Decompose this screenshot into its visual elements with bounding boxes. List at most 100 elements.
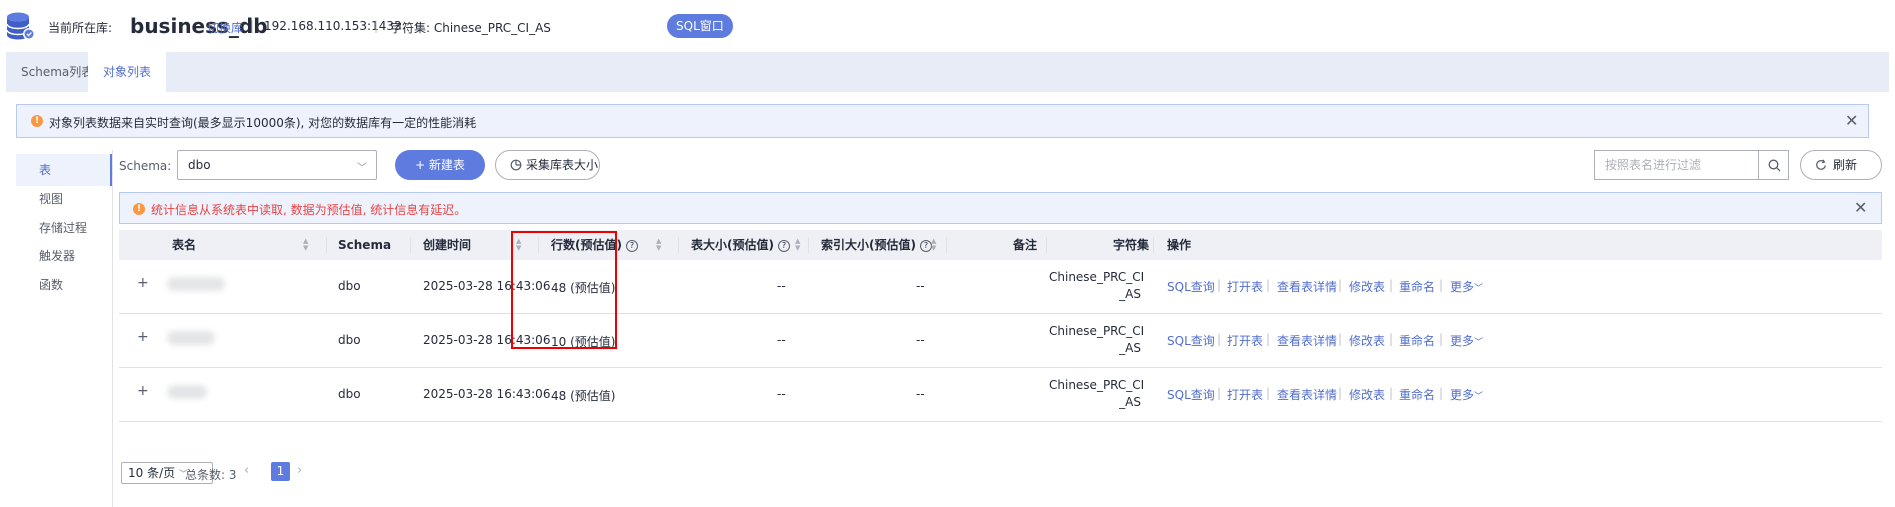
more-label: 更多 <box>1450 334 1475 348</box>
db-name: business_db <box>130 14 268 38</box>
divider: | <box>1389 332 1394 346</box>
column-divider <box>946 237 947 253</box>
charset-line: _AS <box>1119 287 1141 301</box>
column-divider <box>1153 237 1154 253</box>
info-alert: ! 对象列表数据来自实时查询(最多显示10000条), 对您的数据库有一定的性能… <box>16 104 1869 138</box>
col-header-actions: 操作 <box>1167 238 1192 252</box>
help-icon[interactable]: ? <box>625 240 638 252</box>
more-menu[interactable]: 更多﹀ <box>1450 332 1483 349</box>
divider: | <box>1389 386 1394 400</box>
col-header-schema: Schema <box>338 238 392 252</box>
expand-icon[interactable]: + <box>137 329 149 345</box>
object-type-sidebar: 表 视图 存储过程 触发器 函数 <box>16 150 113 507</box>
content-panel: ! 对象列表数据来自实时查询(最多显示10000条), 对您的数据库有一定的性能… <box>6 92 1889 507</box>
col-header-table-size: 表大小(预估值)? <box>691 230 790 260</box>
table-details-link[interactable]: 查看表详情 <box>1277 278 1337 295</box>
sidebar-item-triggers[interactable]: 触发器 <box>16 240 112 272</box>
table-size-cell: -- <box>777 279 786 293</box>
table-name-redacted[interactable] <box>167 331 215 345</box>
top-bar: 当前所在库: business_db 切换库 | 192.168.110.153… <box>0 0 1895 52</box>
refresh-button[interactable]: 刷新 <box>1800 150 1882 180</box>
close-icon[interactable]: ✕ <box>1845 113 1858 129</box>
column-divider <box>538 237 539 253</box>
sidebar-item-views[interactable]: 视图 <box>16 183 112 215</box>
warning-icon: ! <box>31 115 43 127</box>
divider: | <box>250 19 255 33</box>
column-divider <box>808 237 809 253</box>
prev-page-icon[interactable]: ‹ <box>244 463 249 478</box>
table-list-panel: Schema: dbo ﹀ + 新建表 采集库表大小 刷新 <box>119 150 1882 507</box>
stats-alert: ! 统计信息从系统表中读取, 数据为预估值, 统计信息有延迟。 ✕ <box>119 192 1882 224</box>
database-logo-icon <box>6 12 35 40</box>
divider: | <box>1439 386 1444 400</box>
sql-query-link[interactable]: SQL查询 <box>1167 278 1215 295</box>
divider: | <box>1217 332 1222 346</box>
col-header-charset: 字符集 <box>1113 238 1150 252</box>
page-number-current[interactable]: 1 <box>271 462 290 481</box>
rename-link[interactable]: 重命名 <box>1399 278 1435 295</box>
tab-object-list[interactable]: 对象列表 <box>88 52 167 92</box>
charset-line: _AS <box>1119 395 1141 409</box>
rename-link[interactable]: 重命名 <box>1399 386 1435 403</box>
current-db-label: 当前所在库: <box>48 21 113 35</box>
table-header: 表名 ▲ ▼ Schema 创建时间 ▲ ▼ 行数(预估值)? ▲ ▼ 表大小(预估值… <box>119 230 1882 260</box>
modify-table-link[interactable]: 修改表 <box>1349 332 1385 349</box>
sort-icon[interactable]: ▲ ▼ <box>516 238 521 252</box>
table-row: + dbo 2025-03-28 16:43:06 48 (预估值) -- --… <box>119 368 1882 422</box>
help-icon[interactable]: ? <box>777 240 790 252</box>
modify-table-link[interactable]: 修改表 <box>1349 278 1385 295</box>
sort-icon[interactable]: ▲ ▼ <box>795 238 800 252</box>
schema-select[interactable]: dbo ﹀ <box>177 150 377 180</box>
collect-size-button[interactable]: 采集库表大小 <box>495 150 600 180</box>
sql-query-link[interactable]: SQL查询 <box>1167 386 1215 403</box>
divider: | <box>1389 278 1394 292</box>
sidebar-item-functions[interactable]: 函数 <box>16 269 112 301</box>
total-count: 总条数: 3 <box>185 468 237 482</box>
sql-window-button[interactable]: SQL窗口 <box>667 14 733 38</box>
row-count-cell: 48 (预估值) <box>551 389 616 403</box>
divider: | <box>1266 386 1271 400</box>
sort-icon[interactable]: ▲ ▼ <box>931 238 936 252</box>
collect-size-label: 采集库表大小 <box>526 158 599 172</box>
col-header-index-size: 索引大小(预估值)? <box>821 230 932 260</box>
more-label: 更多 <box>1450 280 1475 294</box>
new-table-button[interactable]: + 新建表 <box>395 150 485 180</box>
more-label: 更多 <box>1450 388 1475 402</box>
open-table-link[interactable]: 打开表 <box>1227 278 1263 295</box>
sql-query-link[interactable]: SQL查询 <box>1167 332 1215 349</box>
table-filter-input[interactable] <box>1594 150 1759 180</box>
index-size-cell: -- <box>916 333 925 347</box>
expand-icon[interactable]: + <box>137 383 149 399</box>
rename-link[interactable]: 重命名 <box>1399 332 1435 349</box>
row-count-cell: 48 (预估值) <box>551 281 616 295</box>
created-cell: 2025-03-28 16:43:06 <box>423 387 551 401</box>
sidebar-item-tables[interactable]: 表 <box>16 154 112 186</box>
table-details-link[interactable]: 查看表详情 <box>1277 386 1337 403</box>
schema-cell: dbo <box>338 333 361 347</box>
expand-icon[interactable]: + <box>137 275 149 291</box>
col-header-created: 创建时间 <box>423 238 472 252</box>
sort-icon[interactable]: ▲ ▼ <box>303 238 308 252</box>
schema-cell: dbo <box>338 387 361 401</box>
charset-line: Chinese_PRC_CI <box>1049 378 1145 392</box>
search-icon <box>1768 159 1781 172</box>
charset-info: 字符集: Chinese_PRC_CI_AS <box>390 21 551 35</box>
sort-icon[interactable]: ▲ ▼ <box>656 238 661 252</box>
close-icon[interactable]: ✕ <box>1854 200 1867 216</box>
more-menu[interactable]: 更多﹀ <box>1450 278 1483 295</box>
col-header-table-size-label: 表大小(预估值) <box>691 238 774 252</box>
stats-alert-text: 统计信息从系统表中读取, 数据为预估值, 统计信息有延迟。 <box>151 203 467 217</box>
switch-db-link[interactable]: 切换库 <box>207 19 243 36</box>
search-button[interactable] <box>1758 150 1789 180</box>
open-table-link[interactable]: 打开表 <box>1227 332 1263 349</box>
divider: | <box>1266 278 1271 292</box>
modify-table-link[interactable]: 修改表 <box>1349 386 1385 403</box>
charset-line: _AS <box>1119 341 1141 355</box>
table-name-redacted[interactable] <box>167 385 207 399</box>
refresh-label: 刷新 <box>1833 158 1858 172</box>
more-menu[interactable]: 更多﹀ <box>1450 386 1483 403</box>
table-details-link[interactable]: 查看表详情 <box>1277 332 1337 349</box>
table-name-redacted[interactable] <box>167 277 225 291</box>
next-page-icon[interactable]: › <box>297 463 302 478</box>
open-table-link[interactable]: 打开表 <box>1227 386 1263 403</box>
